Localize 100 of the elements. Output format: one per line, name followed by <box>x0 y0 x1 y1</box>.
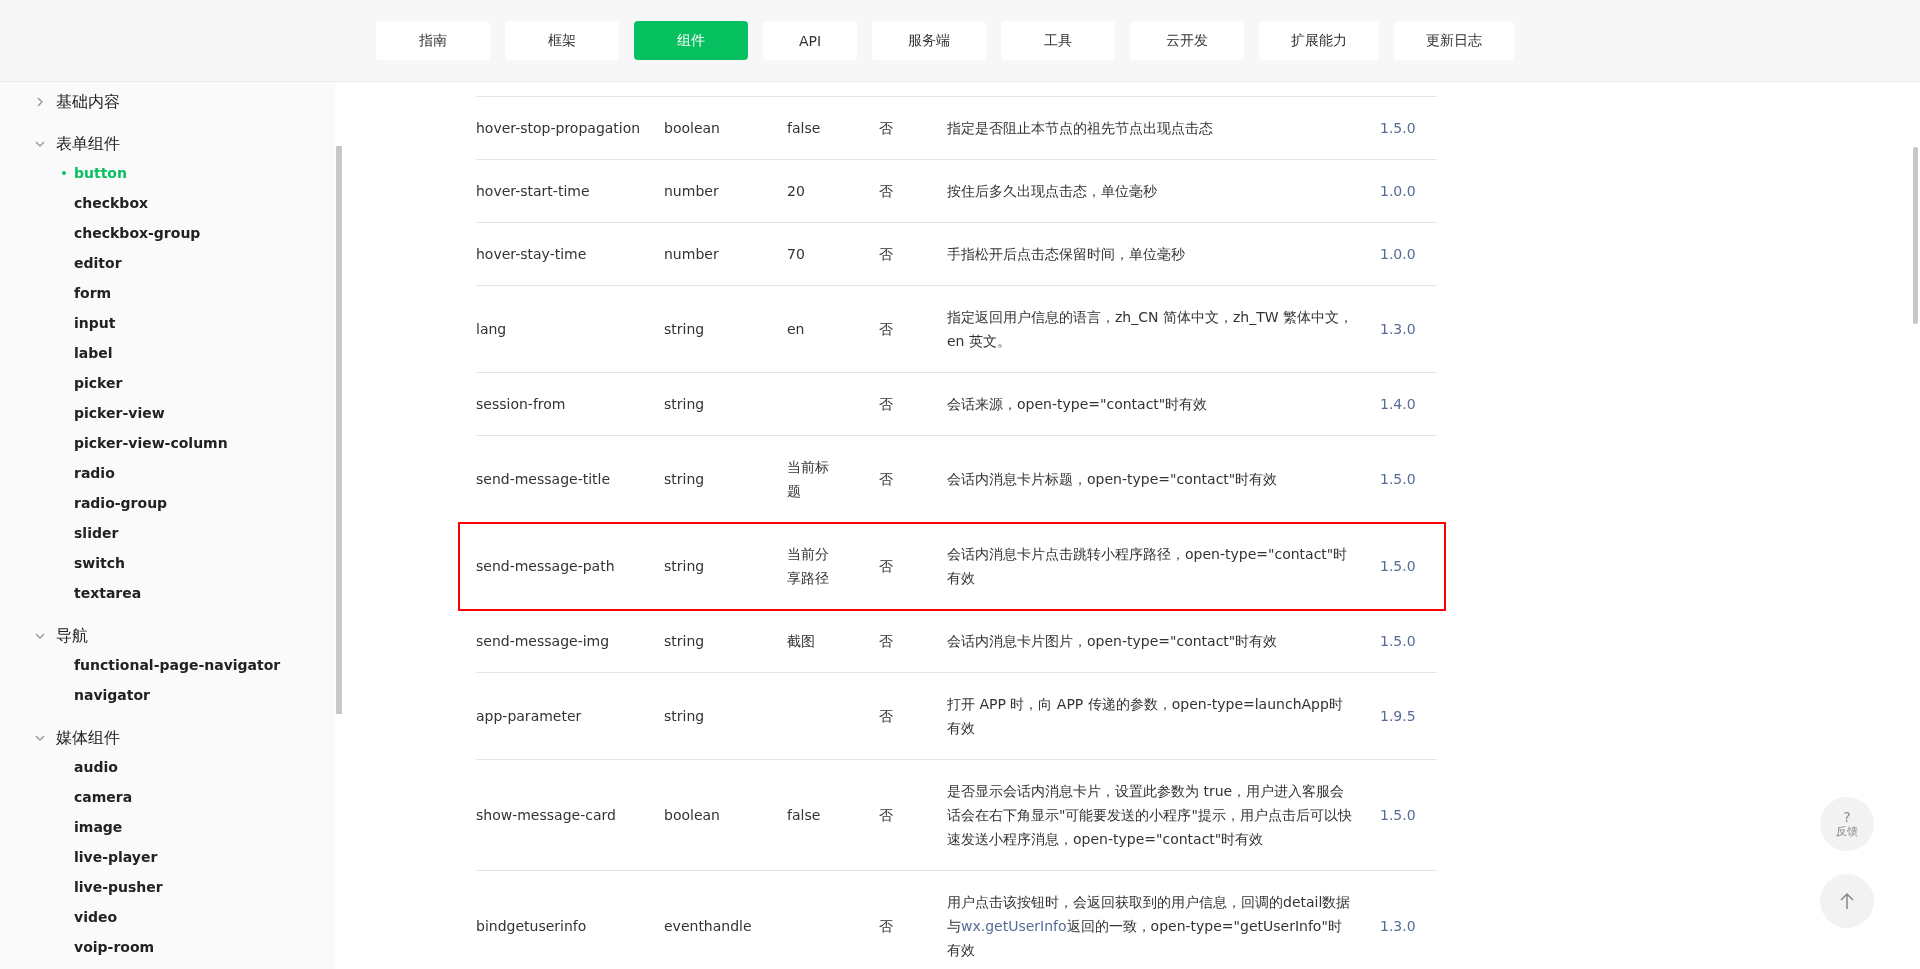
table-cell-text: string <box>664 470 706 489</box>
table-cell-text: 1.5.0 <box>1380 557 1417 576</box>
nav-tab[interactable]: 服务端 <box>872 21 987 60</box>
nav-tab[interactable]: 更新日志 <box>1394 21 1515 60</box>
nav-tab[interactable]: 框架 <box>504 21 619 60</box>
sidebar-item[interactable]: radio <box>0 458 335 488</box>
table-cell-text: string <box>664 632 706 651</box>
table-cell-text: app-parameter <box>476 707 583 726</box>
table-cell-text: 指定是否阻止本节点的祖先节点出现点击态 <box>947 119 1214 138</box>
scrollbar-thumb[interactable] <box>336 146 342 714</box>
table-cell-text: 否 <box>879 395 894 414</box>
sidebar-item[interactable]: checkbox <box>0 188 335 218</box>
nav-tab[interactable]: 工具 <box>1001 21 1116 60</box>
nav-tab[interactable]: API <box>762 21 858 60</box>
table-cell-text: 手指松开后点击态保留时间，单位毫秒 <box>947 245 1186 264</box>
table-cell-text: 会话内消息卡片标题，open-type="contact"时有效 <box>947 470 1279 489</box>
nav-tab[interactable]: 扩展能力 <box>1259 21 1380 60</box>
table-cell-text: 1.5.0 <box>1380 470 1417 489</box>
table-cell-text: 否 <box>879 557 894 576</box>
table-cell-text: 截图 <box>787 632 816 651</box>
table-cell-text: 1.3.0 <box>1380 917 1417 936</box>
table-cell-text: string <box>664 395 706 414</box>
table-cell-text: 会话内消息卡片点击跳转小程序路径，open-type="contact"时有效 <box>947 545 1349 588</box>
table-cell-text: string <box>664 320 706 339</box>
nav-tab[interactable]: 指南 <box>375 21 490 60</box>
table-cell-text: string <box>664 707 706 726</box>
sidebar-item[interactable]: video <box>0 902 335 932</box>
table-cell-text: 1.5.0 <box>1380 632 1417 651</box>
nav-tab[interactable]: 云开发 <box>1130 21 1245 60</box>
table-cell-text: string <box>664 557 706 576</box>
table-cell-text: 打开 APP 时，向 APP 传递的参数，open-type=launchApp时有效 <box>947 695 1344 738</box>
table-cell-text: 当前标题 <box>787 458 830 501</box>
table-cell-text: 用户点击该按钮时，会返回获取到的用户信息，回调的detail数据与wx.getUserInfo返回的一致，open-type="getUserInfo"时有效 <box>947 893 1352 960</box>
sidebar-item[interactable]: textarea <box>0 578 335 608</box>
table-cell-text: boolean <box>664 119 721 138</box>
sidebar-group[interactable]: 媒体组件 <box>56 727 120 749</box>
table-cell-text: 否 <box>879 632 894 651</box>
table-cell-text: 否 <box>879 806 894 825</box>
sidebar-item[interactable]: picker <box>0 368 335 398</box>
sidebar-item[interactable]: camera <box>0 782 335 812</box>
sidebar-group[interactable]: 表单组件 <box>56 133 120 155</box>
sidebar-item[interactable]: live-player <box>0 842 335 872</box>
table-cell-text: false <box>787 806 822 825</box>
table-cell-text: 是否显示会话内消息卡片，设置此参数为 true，用户进入客服会话会在右下角显示"可能要发送的小程序"提示，用户点击后可以快速发送小程序消息，open-type="contact"时有效 <box>947 782 1353 849</box>
sidebar-item[interactable]: live-pusher <box>0 872 335 902</box>
table-cell-text: 1.5.0 <box>1380 806 1417 825</box>
table-cell-text: lang <box>476 320 508 339</box>
table-cell-text: send-message-title <box>476 470 612 489</box>
table-cell-text: 会话来源，open-type="contact"时有效 <box>947 395 1209 414</box>
table-cell-text: 否 <box>879 470 894 489</box>
table-cell-text: 1.4.0 <box>1380 395 1417 414</box>
table-cell-text: send-message-path <box>476 557 616 576</box>
sidebar-item[interactable]: voip-room <box>0 932 335 962</box>
table-cell-text: 20 <box>787 182 806 201</box>
table-cell-text: number <box>664 182 720 201</box>
table-cell-text: 否 <box>879 707 894 726</box>
table-cell-text: number <box>664 245 720 264</box>
table-cell-text: 否 <box>879 320 894 339</box>
table-cell-text: send-message-img <box>476 632 611 651</box>
table-cell-text: hover-start-time <box>476 182 591 201</box>
table-cell-text: 会话内消息卡片图片，open-type="contact"时有效 <box>947 632 1279 651</box>
sidebar-item[interactable]: label <box>0 338 335 368</box>
table-cell-text: 否 <box>879 182 894 201</box>
table-cell-text: bindgetuserinfo <box>476 917 588 936</box>
link[interactable]: wx.getUserInfo <box>961 918 1067 934</box>
sidebar-item[interactable]: form <box>0 278 335 308</box>
table-cell-text: hover-stay-time <box>476 245 588 264</box>
table-cell-text: 指定返回用户信息的语言，zh_CN 简体中文，zh_TW 繁体中文，en 英文。 <box>947 308 1354 351</box>
sidebar-item[interactable]: picker-view <box>0 398 335 428</box>
table-cell-text: 70 <box>787 245 806 264</box>
table-cell-text: session-from <box>476 395 567 414</box>
arrow-up-icon <box>1839 892 1855 910</box>
table-cell-text: false <box>787 119 822 138</box>
sidebar-group[interactable]: 导航 <box>56 625 88 647</box>
sidebar-item[interactable]: functional-page-navigator <box>0 650 335 680</box>
table-cell-text: 当前分享路径 <box>787 545 830 588</box>
sidebar-item[interactable]: input <box>0 308 335 338</box>
table-cell-text: 按住后多久出现点击态，单位毫秒 <box>947 182 1158 201</box>
sidebar-item[interactable]: switch <box>0 548 335 578</box>
scrollbar-thumb[interactable] <box>1913 147 1918 324</box>
table-cell-text: 否 <box>879 917 894 936</box>
sidebar-group[interactable]: 基础内容 <box>56 91 120 113</box>
table-cell-text: 1.0.0 <box>1380 245 1417 264</box>
sidebar-item[interactable]: image <box>0 812 335 842</box>
table-cell-text: eventhandle <box>664 917 753 936</box>
sidebar-item[interactable]: audio <box>0 752 335 782</box>
sidebar-item[interactable]: editor <box>0 248 335 278</box>
table-cell-text: hover-stop-propagation <box>476 119 642 138</box>
sidebar-item[interactable]: picker-view-column <box>0 428 335 458</box>
sidebar-item[interactable]: slider <box>0 518 335 548</box>
sidebar-item[interactable]: navigator <box>0 680 335 710</box>
table-cell-text: en <box>787 320 806 339</box>
table-cell-text: 1.9.5 <box>1380 707 1417 726</box>
table-cell-text: 1.0.0 <box>1380 182 1417 201</box>
sidebar-item[interactable]: radio-group <box>0 488 335 518</box>
sidebar-item[interactable]: checkbox-group <box>0 218 335 248</box>
table-cell-text: show-message-card <box>476 806 617 825</box>
table-cell-text: 1.5.0 <box>1380 119 1417 138</box>
table-cell-text: 否 <box>879 119 894 138</box>
table-cell-text: 1.3.0 <box>1380 320 1417 339</box>
